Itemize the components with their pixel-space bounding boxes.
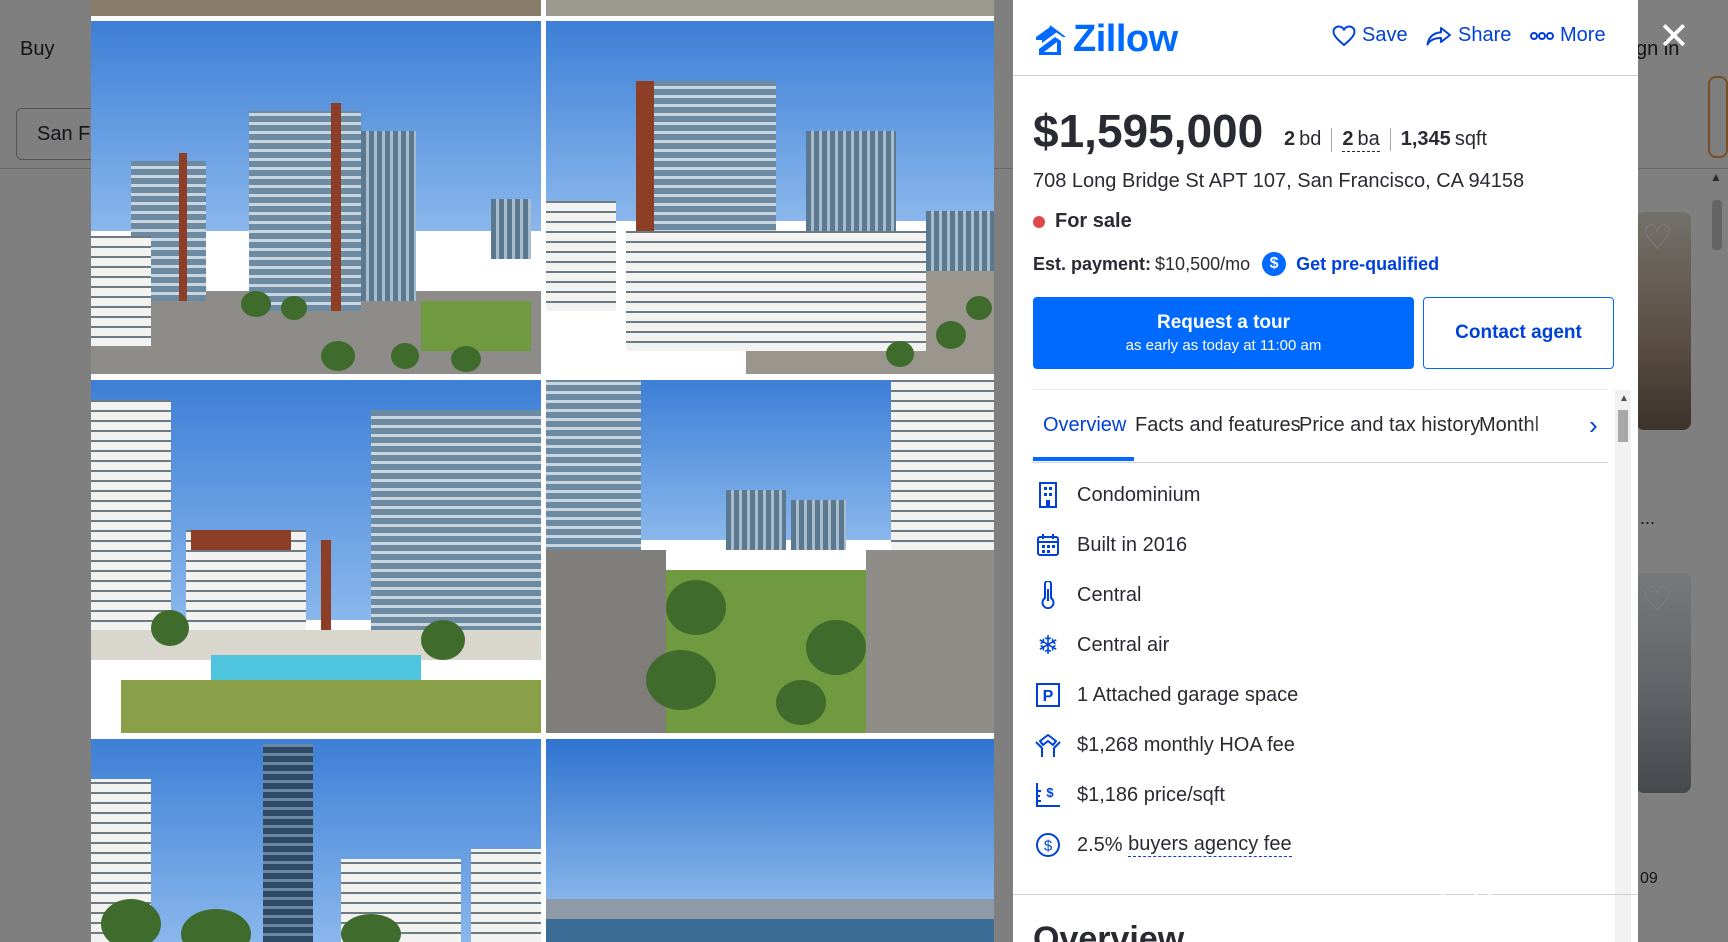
section-divider — [1013, 894, 1638, 895]
tour-subtitle: as early as today at 11:00 am — [1125, 337, 1322, 354]
fact-item: P 1 Attached garage space — [1033, 680, 1298, 710]
listing-tabs: Overview Facts and features Price and ta… — [1033, 389, 1608, 463]
details-scrollbar[interactable] — [1615, 390, 1631, 942]
fact-item: ❄ Central air — [1033, 630, 1169, 660]
gallery-photo[interactable] — [546, 739, 994, 942]
more-dots-icon — [1530, 31, 1554, 40]
fact-text: $1,186 price/sqft — [1077, 783, 1225, 806]
gallery-photo[interactable] — [91, 21, 541, 374]
dollar-icon: $ — [1262, 252, 1287, 276]
tour-title: Request a tour — [1156, 312, 1291, 333]
building-icon — [1033, 480, 1063, 510]
fact-item: Central — [1033, 580, 1141, 610]
fact-text: Condominium — [1077, 483, 1201, 506]
share-button[interactable]: Share — [1426, 24, 1511, 47]
beds-value: 2 — [1284, 128, 1296, 150]
save-label: Save — [1362, 24, 1408, 46]
baths-stat[interactable]: 2 ba — [1331, 128, 1389, 152]
payment-value: $10,500/mo — [1155, 253, 1251, 274]
listing-address: 708 Long Bridge St APT 107, San Francisc… — [1033, 170, 1525, 192]
save-button[interactable]: Save — [1332, 24, 1408, 47]
chevron-right-icon[interactable]: › — [1589, 410, 1598, 441]
hoa-hands-icon — [1033, 730, 1063, 760]
status-badge: For sale — [1033, 210, 1132, 233]
share-label: Share — [1458, 24, 1512, 46]
sqft-unit: sqft — [1454, 128, 1488, 150]
tab-price-and-tax-history[interactable]: Price and tax history — [1299, 414, 1480, 437]
gallery-photo[interactable] — [91, 380, 541, 733]
baths-unit: ba — [1357, 128, 1380, 150]
tab-overview[interactable]: Overview — [1043, 414, 1126, 437]
listing-stats: 2 bd 2 ba 1,345 sqft — [1284, 128, 1497, 152]
thermometer-icon — [1033, 580, 1063, 610]
overview-heading: Overview — [1033, 920, 1185, 942]
beds-stat: 2 bd — [1284, 128, 1331, 151]
active-tab-indicator — [1033, 457, 1134, 461]
beds-unit: bd — [1299, 128, 1322, 150]
gallery-photo[interactable] — [91, 739, 541, 942]
zillow-logo-text: Zillow — [1073, 18, 1178, 60]
heart-icon — [1332, 24, 1356, 46]
zillow-logo[interactable]: Zillow — [1033, 18, 1178, 61]
gallery-photo[interactable] — [546, 0, 994, 16]
gallery-photo[interactable] — [91, 0, 541, 16]
watermark: 鱼片 — [1430, 891, 1507, 933]
fact-item: Built in 2016 — [1033, 530, 1187, 560]
fact-text: Central air — [1077, 633, 1170, 656]
estimated-payment: Est. payment: $10,500/mo $ Get pre-quali… — [1033, 252, 1439, 276]
photo-gallery[interactable]: ▲ ▼ — [91, 0, 994, 942]
baths-value: 2 — [1342, 128, 1354, 150]
calendar-icon — [1033, 530, 1063, 560]
status-dot-icon — [1033, 215, 1045, 228]
status-label: For sale — [1055, 210, 1132, 232]
fact-text: 1 Attached garage space — [1077, 683, 1299, 706]
fact-item: $1,268 monthly HOA fee — [1033, 730, 1295, 760]
more-label: More — [1560, 24, 1606, 46]
gallery-photo[interactable] — [546, 380, 994, 733]
panel-header: Zillow Save Share More — [1013, 0, 1638, 76]
sqft-value: 1,345 — [1400, 128, 1451, 150]
listing-details-panel: Zillow Save Share More $1,595,000 2 bd 2… — [1013, 0, 1638, 942]
fact-item: $ $1,186 price/sqft — [1033, 780, 1225, 810]
fact-item: $ 2.5% buyers agency fee — [1033, 830, 1292, 860]
fact-item: Condominium — [1033, 480, 1200, 510]
get-prequalified-link[interactable]: Get pre-qualified — [1296, 254, 1439, 275]
request-tour-button[interactable]: Request a tour as early as today at 11:0… — [1033, 297, 1414, 369]
svg-text:$: $ — [1046, 785, 1054, 800]
snowflake-icon: ❄ — [1037, 629, 1059, 660]
fact-text: Built in 2016 — [1077, 533, 1188, 556]
zillow-logo-icon — [1036, 24, 1066, 55]
listing-price: $1,595,000 — [1033, 105, 1264, 157]
dollar-circle-icon: $ — [1033, 830, 1063, 860]
parking-icon: P — [1033, 680, 1063, 710]
scroll-up-arrow-icon[interactable]: ▲ — [1619, 393, 1629, 404]
fact-text-prefix: 2.5% — [1077, 833, 1129, 856]
svg-text:P: P — [1043, 688, 1054, 705]
payment-label: Est. payment: — [1033, 253, 1152, 274]
fact-text: $1,268 monthly HOA fee — [1077, 733, 1295, 756]
close-icon[interactable]: ✕ — [1658, 18, 1690, 56]
contact-agent-button[interactable]: Contact agent — [1423, 297, 1614, 369]
buyers-agency-fee-link[interactable]: buyers agency fee — [1128, 833, 1292, 857]
more-button[interactable]: More — [1530, 24, 1606, 47]
share-arrow-icon — [1426, 26, 1451, 45]
fact-text: Central — [1077, 583, 1142, 606]
sqft-stat: 1,345 sqft — [1389, 128, 1497, 151]
tab-facts-and-features[interactable]: Facts and features — [1135, 414, 1301, 437]
gallery-photo[interactable] — [546, 21, 994, 374]
price-sqft-icon: $ — [1033, 780, 1063, 810]
details-scrollbar-thumb[interactable] — [1618, 410, 1628, 442]
svg-text:$: $ — [1044, 838, 1053, 855]
